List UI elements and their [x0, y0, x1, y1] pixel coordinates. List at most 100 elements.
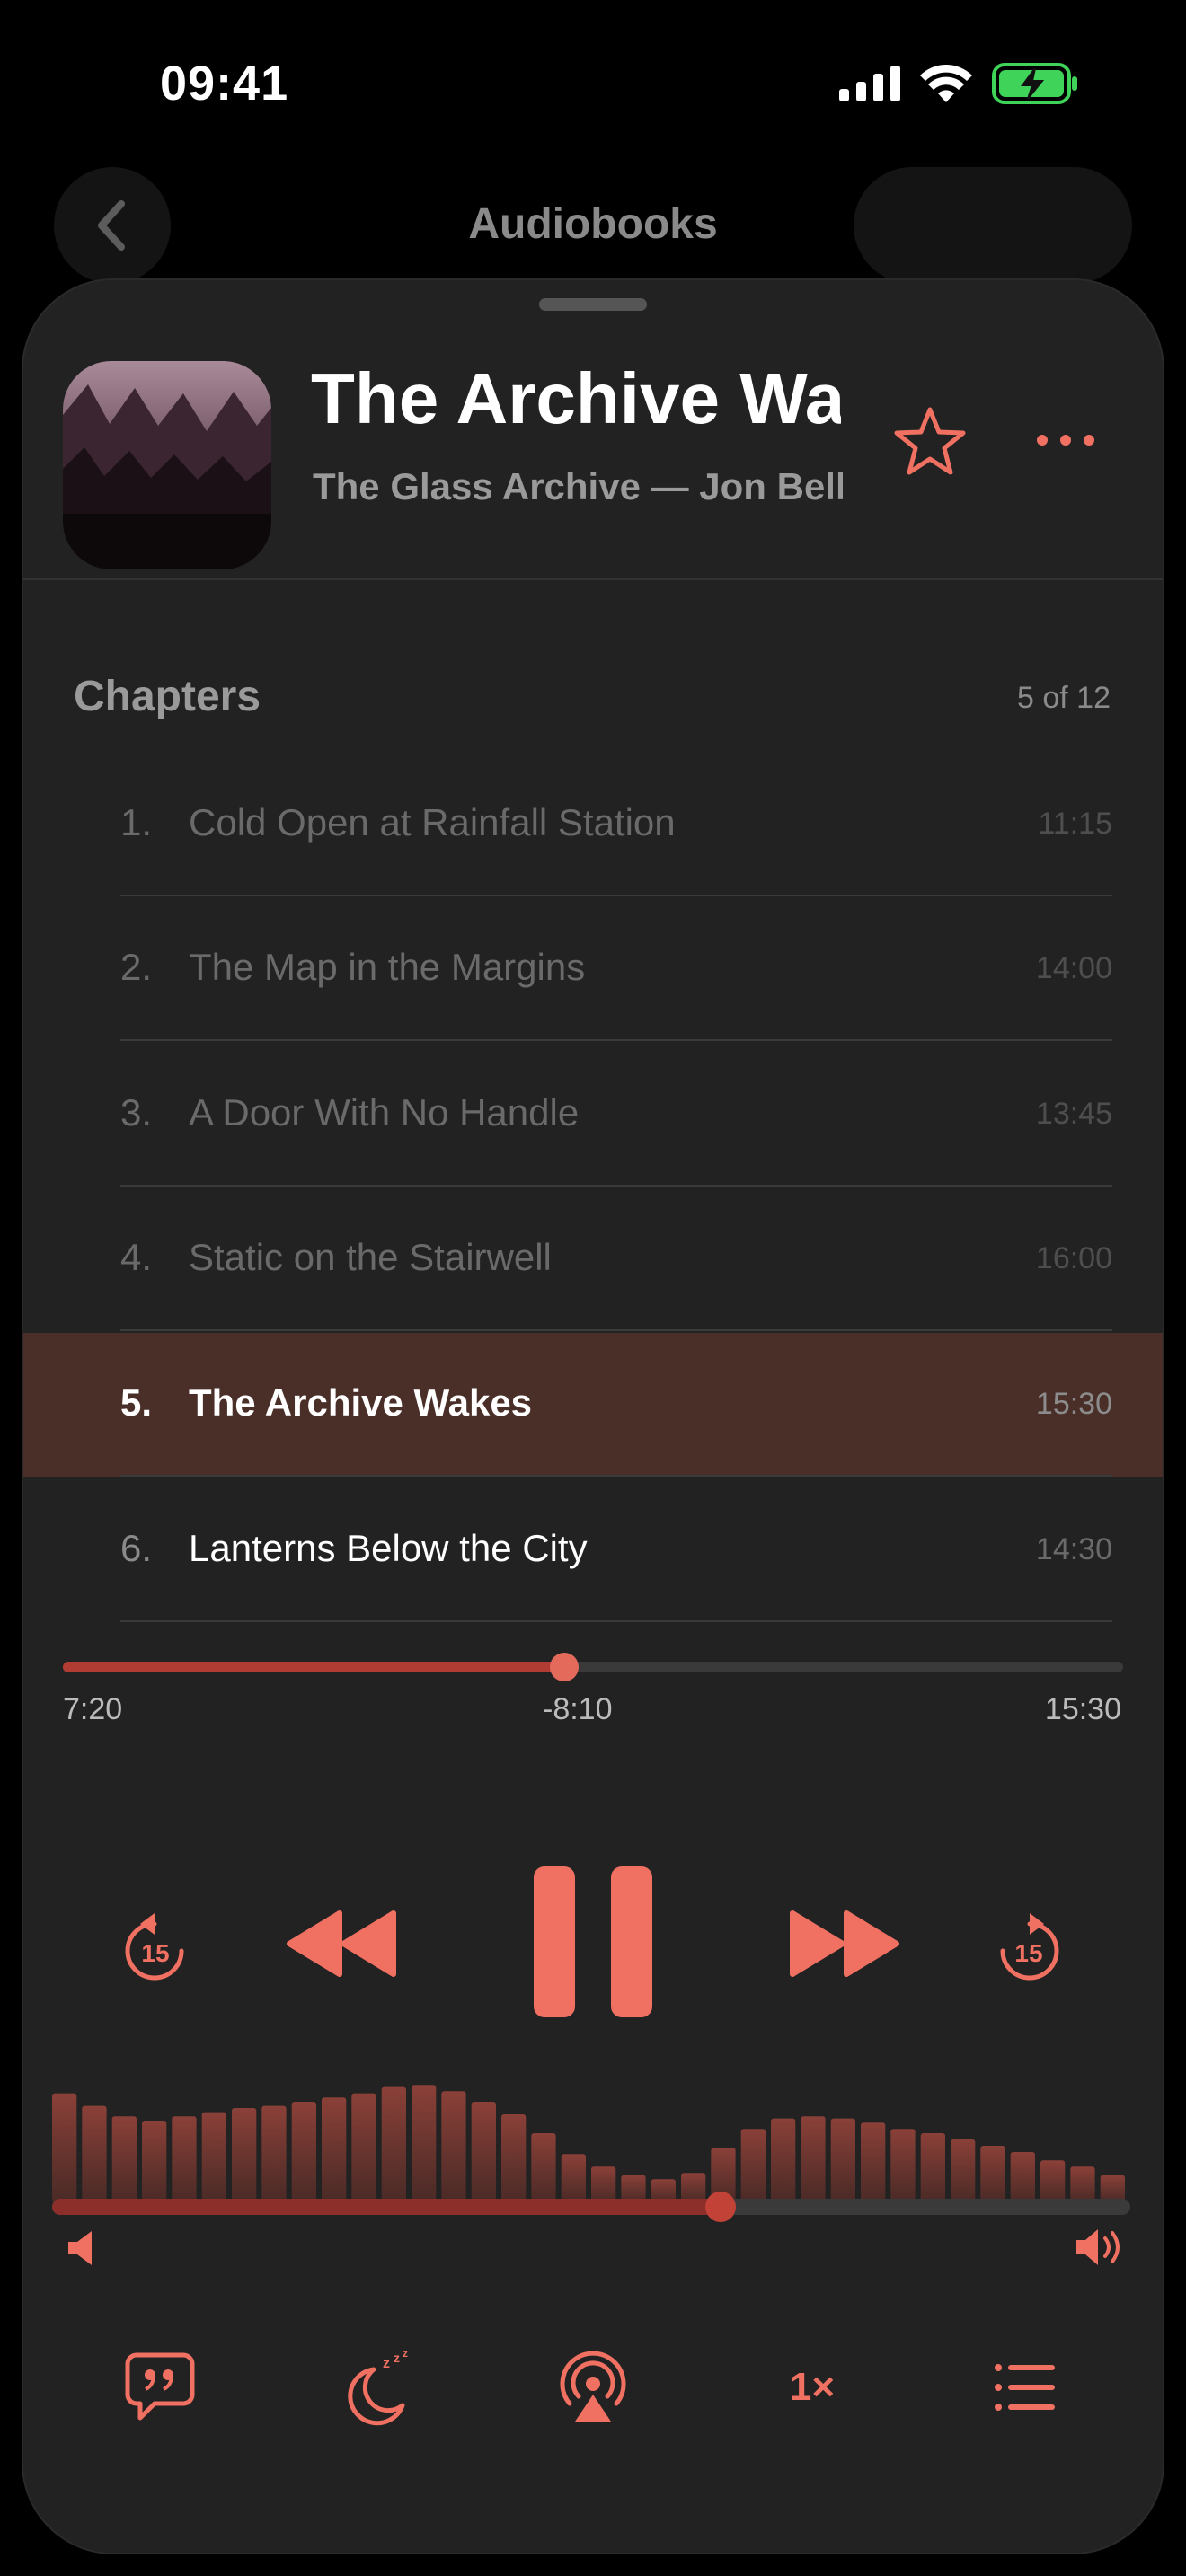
skip-back-15-button[interactable]: 15 — [119, 1904, 190, 1985]
volume-waveform — [52, 2085, 1125, 2202]
fast-forward-icon — [790, 1910, 899, 1977]
waveform-bar — [801, 2116, 826, 2202]
waveform-bar — [531, 2133, 556, 2202]
chapter-row[interactable]: 3. A Door With No Handle 13:45 — [23, 1043, 1163, 1187]
waveform-bar — [232, 2108, 257, 2202]
waveform-bar — [261, 2105, 287, 2202]
quote-bubble-icon — [125, 2352, 195, 2421]
chapter-row[interactable]: 1. Cold Open at Rainfall Station 11:15 — [23, 753, 1163, 896]
cellular-signal-icon — [839, 66, 900, 101]
svg-text:z: z — [383, 2356, 390, 2371]
sleep-timer-button[interactable]: z z z — [343, 2348, 415, 2429]
skip-forward-15-button[interactable]: 15 — [994, 1904, 1066, 1985]
chapter-duration: 13:45 — [1035, 1097, 1112, 1131]
chapters-heading: Chapters — [74, 673, 261, 720]
battery-charging-icon — [992, 63, 1077, 104]
waveform-bar — [82, 2105, 107, 2202]
waveform-bar — [980, 2146, 1005, 2202]
skip-forward-label: 15 — [1014, 1939, 1042, 1967]
progress-handle[interactable] — [550, 1653, 580, 1681]
row-divider — [120, 1475, 1112, 1477]
pause-button[interactable] — [530, 1863, 656, 2021]
waveform-bar — [381, 2086, 406, 2202]
lyrics-button[interactable] — [124, 2350, 196, 2425]
fast-forward-button[interactable] — [785, 1908, 902, 1980]
remaining-time: -8:10 — [543, 1692, 613, 1726]
waveform-bar — [561, 2154, 586, 2202]
chapter-row-current[interactable]: 5. The Archive Wakes 15:30 — [23, 1333, 1163, 1477]
header-divider — [23, 578, 1163, 580]
row-divider — [120, 1039, 1112, 1041]
waveform-bar — [291, 2102, 316, 2202]
skip-back-label: 15 — [141, 1939, 169, 1967]
chapter-number: 5. — [120, 1381, 153, 1424]
wifi-icon — [920, 65, 972, 102]
waveform-bar — [501, 2114, 527, 2202]
now-playing-title: The Archive Wakes — [311, 358, 841, 438]
row-divider — [120, 1185, 1112, 1187]
row-divider — [120, 1620, 1112, 1622]
waveform-bar — [920, 2133, 945, 2202]
chapters-list-button[interactable] — [994, 2360, 1057, 2414]
volume-max-icon — [1075, 2222, 1128, 2272]
airplay-audio-icon — [560, 2351, 626, 2422]
row-divider — [120, 895, 1112, 896]
pause-icon — [534, 1866, 652, 2017]
elapsed-time: 7:20 — [63, 1692, 123, 1726]
more-options-button[interactable] — [1030, 422, 1102, 458]
waveform-bar — [441, 2091, 466, 2202]
waveform-bar — [771, 2118, 796, 2202]
waveform-bar — [1040, 2160, 1066, 2202]
rewind-icon — [287, 1910, 396, 1977]
chapter-duration: 15:30 — [1035, 1387, 1112, 1421]
airplay-button[interactable] — [555, 2350, 631, 2425]
chapter-row[interactable]: 6. Lanterns Below the City 14:30 — [23, 1478, 1163, 1622]
favorite-button[interactable] — [890, 401, 970, 481]
chapter-number: 1. — [120, 801, 153, 843]
chapter-row[interactable]: 4. Static on the Stairwell 16:00 — [23, 1187, 1163, 1331]
skip-back-15-icon: 15 — [125, 1913, 184, 1981]
waveform-bar — [830, 2118, 855, 2202]
waveform-bar — [890, 2129, 916, 2202]
waveform-bar — [201, 2112, 226, 2202]
waveform-bar — [52, 2093, 77, 2202]
now-playing-subtitle: The Glass Archive — Jon Bell — [313, 465, 843, 507]
chapter-duration: 16:00 — [1035, 1241, 1112, 1275]
waveform-bar — [861, 2122, 886, 2202]
playback-speed-button[interactable]: 1× — [776, 2359, 848, 2416]
waveform-bar — [951, 2139, 976, 2202]
svg-text:z: z — [394, 2351, 400, 2365]
waveform-bar — [471, 2102, 496, 2202]
chapter-number: 4. — [120, 1236, 153, 1278]
progress-fill — [63, 1662, 565, 1672]
total-time: 15:30 — [1044, 1692, 1121, 1726]
skip-forward-15-icon: 15 — [1000, 1913, 1059, 1981]
waveform-bar — [740, 2129, 766, 2202]
chapter-title: Cold Open at Rainfall Station — [189, 801, 676, 843]
list-icon — [995, 2364, 1055, 2411]
rewind-button[interactable] — [284, 1908, 401, 1980]
waveform-bar — [172, 2116, 197, 2202]
waveform-bar — [412, 2085, 437, 2202]
waveform-bar — [142, 2121, 167, 2202]
status-time: 09:41 — [160, 57, 289, 110]
chapter-number: 3. — [120, 1091, 153, 1134]
chapter-title: Static on the Stairwell — [189, 1236, 552, 1278]
chapter-duration: 14:30 — [1035, 1532, 1112, 1566]
chapter-number: 2. — [120, 946, 153, 988]
row-divider — [120, 1329, 1112, 1331]
volume-handle[interactable] — [705, 2192, 736, 2222]
sheet-grabber[interactable] — [539, 298, 647, 311]
waveform-bar — [591, 2166, 616, 2202]
chapters-count: 5 of 12 — [1017, 681, 1111, 715]
nav-actions — [854, 167, 1132, 284]
volume-min-icon — [65, 2226, 101, 2271]
moon-zzz-icon: z z z — [348, 2348, 408, 2426]
volume-fill — [52, 2199, 721, 2215]
svg-text:z: z — [403, 2348, 408, 2360]
chapter-row[interactable]: 2. The Map in the Margins 14:00 — [23, 897, 1163, 1041]
waveform-bar — [111, 2116, 137, 2202]
ellipsis-icon — [1037, 435, 1094, 446]
waveform-bar — [351, 2093, 376, 2202]
chapter-duration: 14:00 — [1035, 951, 1112, 985]
